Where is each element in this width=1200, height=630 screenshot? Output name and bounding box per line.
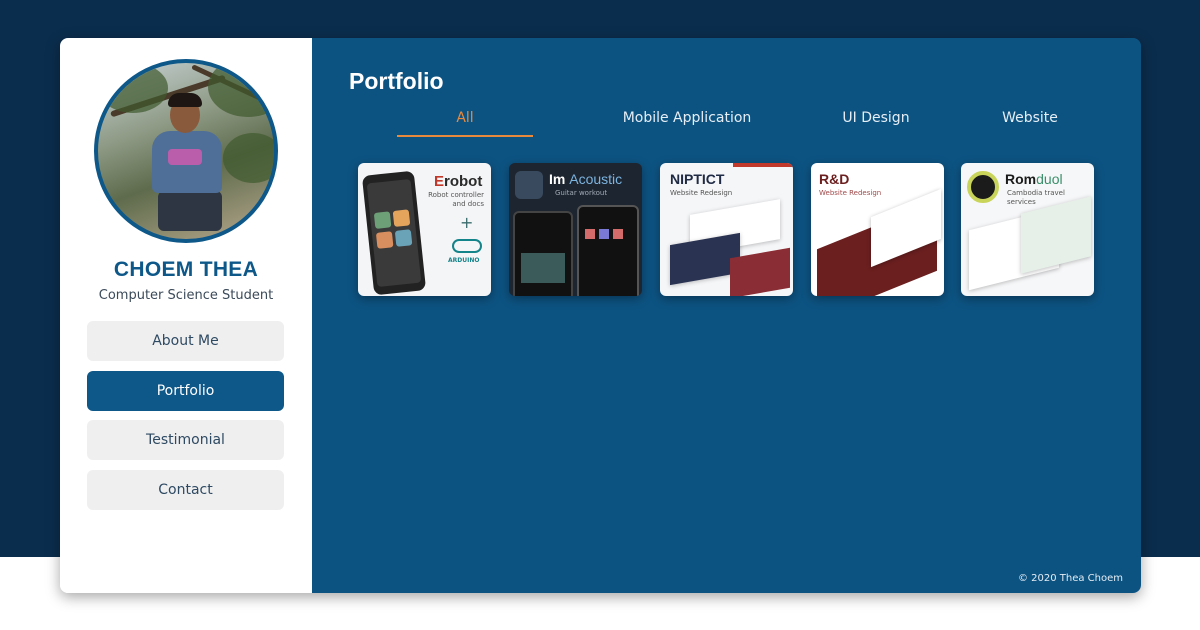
app-tile (375, 231, 394, 249)
project-card-niptict[interactable]: NIPTICT Website Redesign (660, 163, 793, 296)
project-subtitle: Guitar workout (555, 189, 608, 197)
project-title: NIPTICT (670, 171, 725, 187)
tab-all[interactable]: All (397, 110, 533, 126)
phone-screen (521, 253, 565, 283)
project-title: Erobot (434, 173, 482, 190)
project-card-rnd[interactable]: R&D Website Redesign (811, 163, 944, 296)
app-tile (392, 209, 411, 227)
portfolio-section: Portfolio All Mobile Application UI Desi… (312, 38, 1141, 593)
project-title: Im Acoustic (549, 171, 622, 187)
app-tile (394, 229, 413, 247)
avatar-figure (158, 191, 222, 231)
app-tile (613, 229, 623, 239)
nav-item-testimonial[interactable]: Testimonial (87, 420, 284, 461)
project-title: Romduol (1005, 171, 1063, 187)
project-subtitle: Website Redesign (670, 189, 733, 197)
profile-role: Computer Science Student (98, 288, 274, 303)
leaf-cluster (223, 133, 274, 183)
portfolio-card: CHOEM THEA Computer Science Student Abou… (60, 38, 1141, 593)
tab-active-underline (397, 135, 533, 137)
title-lead: Im (549, 171, 570, 187)
app-tile (585, 229, 595, 239)
phone-mockup (577, 205, 639, 296)
title-rest: robot (444, 173, 483, 190)
website-mockup (1021, 196, 1091, 274)
profile-sidebar: CHOEM THEA Computer Science Student Abou… (60, 38, 312, 593)
project-subtitle: Robot controller and docs (428, 191, 484, 208)
title-rest: duol (1036, 171, 1063, 187)
project-subtitle: Website Redesign (819, 189, 882, 197)
project-card-im-acoustic[interactable]: Im Acoustic Guitar workout (509, 163, 642, 296)
tab-mobile-application[interactable]: Mobile Application (617, 110, 757, 126)
arduino-icon (452, 239, 482, 253)
phone-mockup (513, 211, 573, 296)
leaf-cluster (208, 63, 274, 117)
phone-mockup (361, 170, 427, 296)
avatar-figure (168, 149, 202, 165)
romduol-logo-icon (967, 171, 999, 203)
accent-bar (733, 163, 793, 167)
section-title: Portfolio (349, 68, 444, 94)
tab-website[interactable]: Website (988, 110, 1072, 126)
leaf-cluster (98, 63, 168, 113)
title-lead: Rom (1005, 171, 1037, 187)
profile-name: CHOEM THEA (113, 258, 259, 281)
app-tile (599, 229, 609, 239)
footer-copyright: © 2020 Thea Choem (1017, 573, 1123, 584)
arduino-label: ARDUINO (448, 257, 480, 264)
project-card-romduol[interactable]: Romduol Cambodia travel services (961, 163, 1094, 296)
tab-ui-design[interactable]: UI Design (824, 110, 928, 126)
nav-item-portfolio[interactable]: Portfolio (87, 370, 284, 411)
title-rest: Acoustic (569, 171, 623, 187)
avatar (94, 59, 278, 243)
sidebar-nav: About Me Portfolio Testimonial Contact (87, 321, 284, 520)
plus-icon: + (460, 213, 474, 232)
nav-item-about-me[interactable]: About Me (87, 321, 284, 361)
nav-item-contact[interactable]: Contact (87, 470, 284, 511)
app-logo-icon (515, 171, 543, 199)
avatar-figure (168, 93, 202, 107)
title-lead: E (434, 173, 445, 190)
phone-screen (366, 178, 422, 288)
project-card-erobot[interactable]: Erobot Robot controller and docs + ARDUI… (358, 163, 491, 296)
app-tile (373, 211, 392, 229)
project-title: R&D (819, 171, 850, 187)
